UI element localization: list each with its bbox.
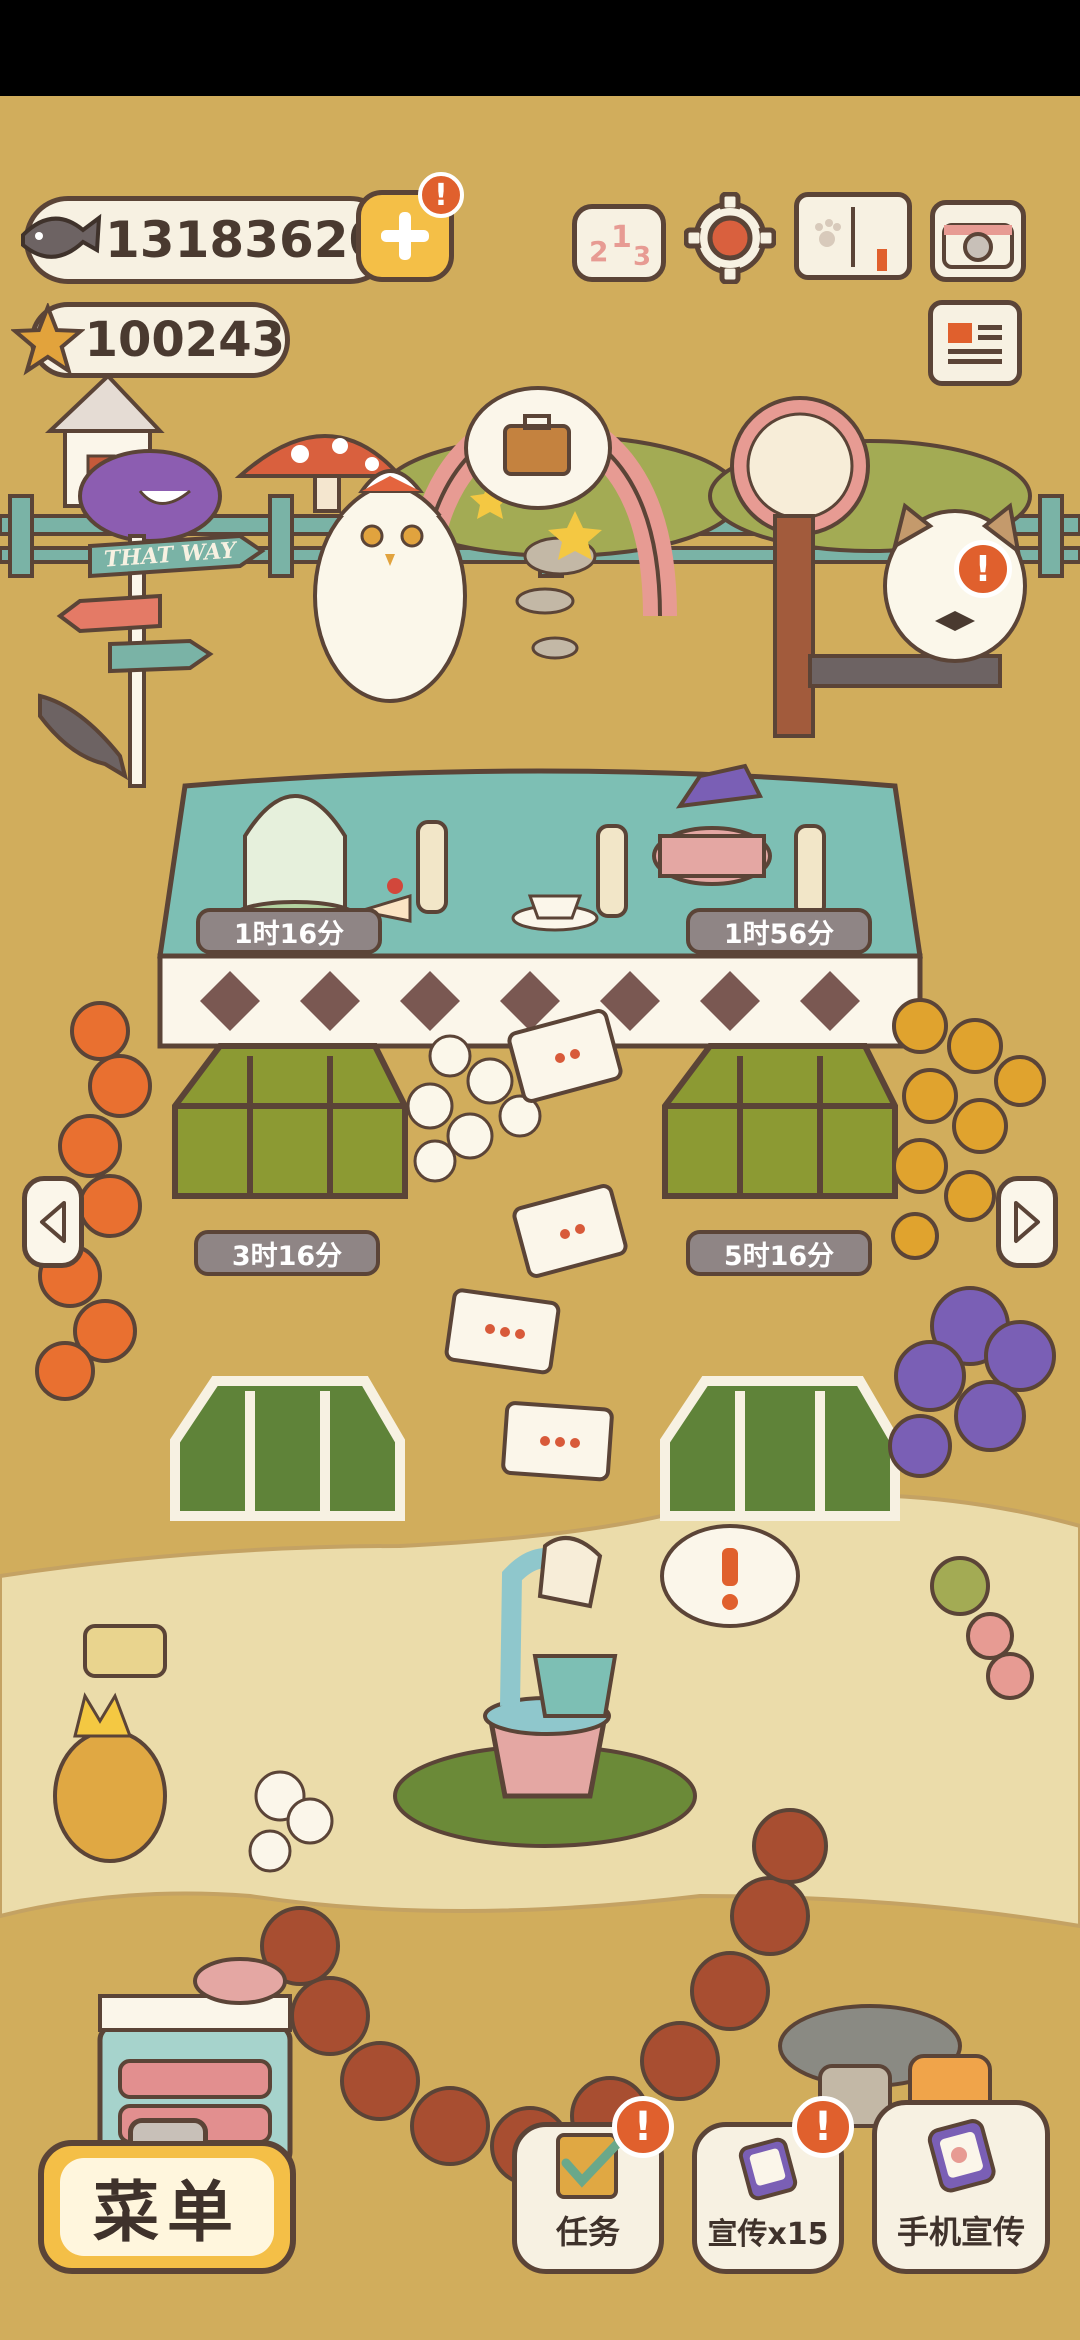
gear-icon: [683, 191, 777, 285]
greenhouse-bottom-left[interactable]: [170, 1296, 410, 1526]
arrow-left-icon: [40, 1201, 66, 1243]
phone-icon: [738, 2137, 798, 2201]
menu-button[interactable]: 菜单: [38, 2140, 296, 2274]
cat-alert-badge[interactable]: !: [954, 540, 1012, 598]
promote-alert-badge: !: [792, 2096, 854, 2158]
status-bar: [0, 0, 1080, 96]
game-scene: 13183620 ! 100243 2 1 3 THAT WAY ! 1时16分…: [0, 96, 1080, 2340]
tasks-label: 任务: [555, 2213, 620, 2251]
newspaper-icon: [948, 323, 1002, 364]
menu-button-clip: [128, 2118, 208, 2146]
fish-icon: [21, 213, 102, 259]
scroll-left-button[interactable]: [22, 1176, 84, 1268]
tasks-alert-badge: !: [612, 2096, 674, 2158]
greenhouse-right-timer: 5时16分: [686, 1230, 872, 1276]
greenhouse-top-left[interactable]: [170, 976, 410, 1206]
fountain-alert-bubble: [660, 1524, 800, 1628]
greenhouse-bottom-right[interactable]: [660, 1296, 900, 1526]
table-right-timer: 1时56分: [686, 908, 872, 954]
catalog-book-button[interactable]: [794, 192, 912, 280]
table-left-timer: 1时16分: [196, 908, 382, 954]
scroll-right-button[interactable]: [996, 1176, 1058, 1268]
suitcase-bubble: [464, 386, 612, 510]
leaderboard-icon: 2 1 3: [589, 220, 651, 272]
arrow-right-icon: [1014, 1201, 1040, 1243]
greenhouse-top-right[interactable]: [660, 976, 900, 1206]
star-icon: [11, 303, 85, 376]
camera-icon: [942, 223, 1014, 269]
menu-button-face: 菜单: [60, 2158, 274, 2256]
garden-scene: [0, 96, 1080, 2340]
menu-label: 菜单: [93, 2174, 241, 2251]
add-currency-alert-badge: !: [418, 172, 464, 218]
svg-text:1: 1: [611, 220, 632, 255]
svg-text:3: 3: [633, 242, 651, 272]
settings-button[interactable]: [683, 191, 777, 285]
fish-currency-pill: 13183620: [21, 196, 394, 284]
plus-icon: [381, 212, 429, 260]
svg-text:2: 2: [589, 235, 608, 268]
phone-promote-label: 手机宣传: [896, 2213, 1025, 2251]
leaderboard-button[interactable]: 2 1 3: [572, 204, 666, 282]
promote-label: 宣传x15: [707, 2217, 829, 2252]
star-count: 100243: [84, 312, 285, 368]
camera-button[interactable]: [930, 200, 1026, 282]
fish-count: 13183620: [105, 211, 384, 269]
newspaper-button[interactable]: [928, 300, 1022, 386]
phone-promote-button[interactable]: 手机宣传: [872, 2100, 1050, 2274]
phone-icon: [927, 2119, 996, 2193]
paw-book-icon: [815, 207, 887, 271]
greenhouse-left-timer: 3时16分: [194, 1230, 380, 1276]
star-currency-pill: 100243: [11, 302, 290, 378]
